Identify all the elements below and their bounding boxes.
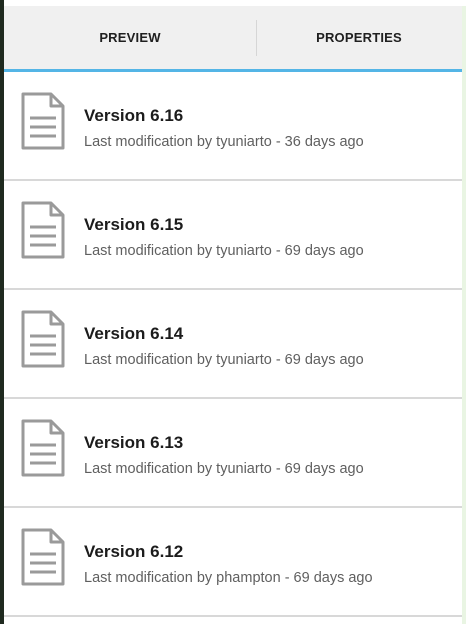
tab-preview[interactable]: PREVIEW — [4, 6, 256, 69]
version-list-item[interactable]: Version 6.16 Last modification by tyunia… — [4, 72, 462, 181]
version-modification-info: Last modification by phampton - 69 days … — [84, 570, 373, 586]
document-icon — [21, 528, 65, 586]
version-title: Version 6.16 — [84, 106, 184, 125]
tab-properties[interactable]: PROPERTIES — [256, 6, 462, 69]
version-title: Version 6.15 — [84, 215, 184, 234]
version-modification-info: Last modification by tyuniarto - 69 days… — [84, 352, 364, 368]
version-modification-info: Last modification by tyuniarto - 69 days… — [84, 461, 364, 477]
document-icon — [21, 419, 65, 477]
version-list-item[interactable]: Version 6.14 Last modification by tyunia… — [4, 290, 462, 399]
version-history-panel: PREVIEW PROPERTIES Version 6.16 Last mod… — [0, 0, 462, 624]
version-title: Version 6.12 — [84, 542, 184, 561]
document-icon — [21, 310, 65, 368]
version-list-item[interactable]: Version 6.13 Last modification by tyunia… — [4, 399, 462, 508]
document-icon — [21, 201, 65, 259]
version-title: Version 6.14 — [84, 324, 184, 343]
version-list-item[interactable]: Version 6.12 Last modification by phampt… — [4, 508, 462, 617]
tab-bar: PREVIEW PROPERTIES — [4, 6, 462, 72]
version-list: Version 6.16 Last modification by tyunia… — [4, 72, 462, 617]
version-modification-info: Last modification by tyuniarto - 36 days… — [84, 134, 364, 150]
version-title: Version 6.13 — [84, 433, 184, 452]
version-modification-info: Last modification by tyuniarto - 69 days… — [84, 243, 364, 259]
version-list-item[interactable]: Version 6.15 Last modification by tyunia… — [4, 181, 462, 290]
document-icon — [21, 92, 65, 150]
